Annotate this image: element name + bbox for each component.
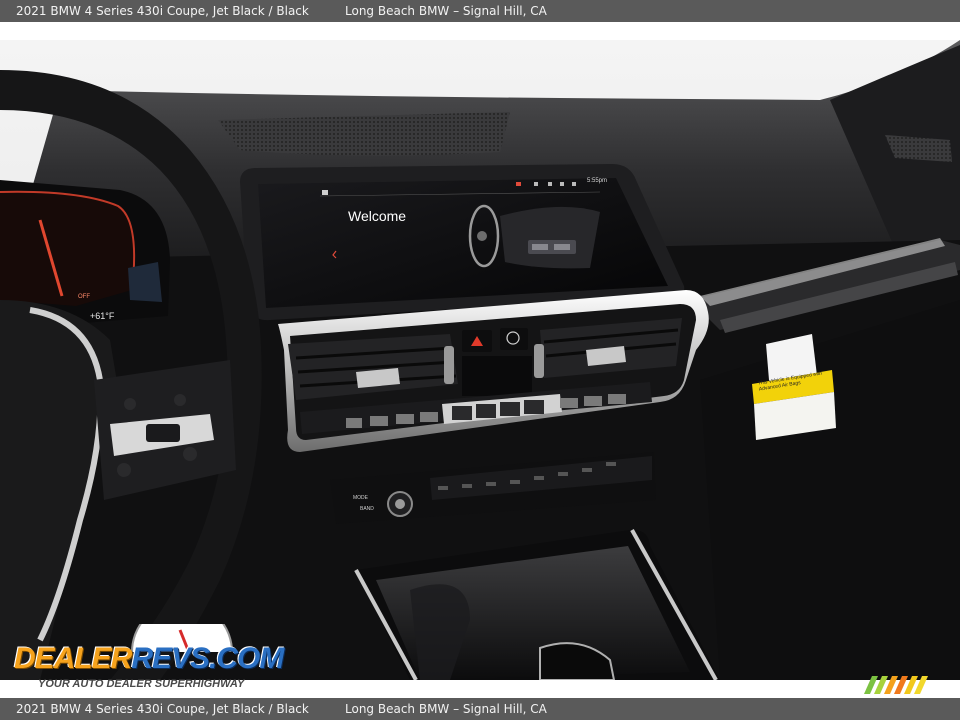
- vehicle-title: 2021 BMW 4 Series 430i Coupe, Jet Black …: [16, 4, 309, 18]
- dealer-name: Long Beach BMW – Signal Hill, CA: [345, 4, 547, 18]
- screen-clock: 5:55pm: [587, 178, 608, 184]
- logo-com: .COM: [209, 642, 284, 675]
- screen-welcome-text: Welcome: [348, 208, 407, 224]
- radio-mode-label: MODE: [353, 495, 368, 501]
- dealerrevs-watermark: DEALERREVS.COM YOUR AUTO DEALER SUPERHIG…: [12, 624, 284, 694]
- speed-stripes-logo-icon: [864, 676, 928, 694]
- logo-dealer: DEALER: [14, 642, 132, 675]
- cluster-temperature: +61°F: [90, 311, 115, 321]
- caption-bar-top: 2021 BMW 4 Series 430i Coupe, Jet Black …: [0, 0, 960, 22]
- radio-band-label: BAND: [360, 506, 374, 512]
- caption-bar-bottom: 2021 BMW 4 Series 430i Coupe, Jet Black …: [0, 698, 960, 720]
- watermark-tagline: YOUR AUTO DEALER SUPERHIGHWAY: [38, 678, 245, 690]
- cluster-status: OFF: [78, 294, 90, 300]
- dealerrevs-logo: DEALERREVS.COM: [14, 642, 284, 676]
- vehicle-photo: [0, 40, 960, 680]
- logo-revs: REVS: [131, 642, 210, 675]
- vehicle-title-bottom: 2021 BMW 4 Series 430i Coupe, Jet Black …: [16, 702, 309, 716]
- dealer-name-bottom: Long Beach BMW – Signal Hill, CA: [345, 702, 547, 716]
